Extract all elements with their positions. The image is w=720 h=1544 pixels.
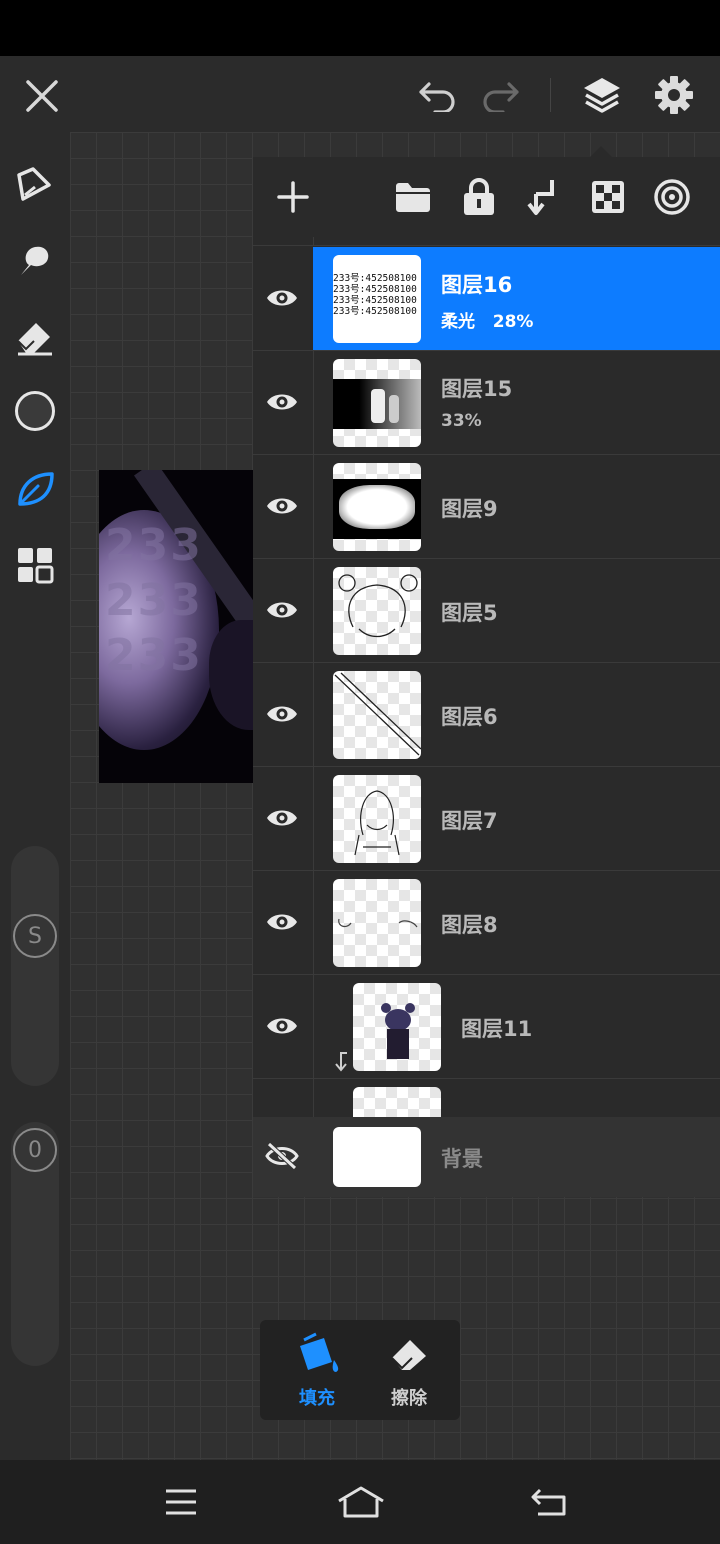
layer-thumbnail	[333, 463, 421, 551]
back-icon[interactable]	[524, 1482, 574, 1522]
layer-row-body[interactable]: 图层15 33%	[313, 351, 720, 454]
status-bar	[0, 0, 720, 56]
layer-row-body[interactable]: 图层6	[313, 663, 720, 766]
layer-row-body[interactable]: 图层9	[313, 455, 720, 558]
eraser-icon[interactable]	[12, 314, 58, 360]
add-icon[interactable]	[271, 175, 315, 219]
layer-panel: 233号:452508100 233号:452508100 233号:45250…	[253, 157, 720, 1197]
layer-row-body[interactable]: 图层8	[313, 871, 720, 974]
fill-label: 填充	[299, 1388, 335, 1409]
layer-row[interactable]: 图层5	[253, 559, 720, 663]
home-icon[interactable]	[334, 1482, 388, 1522]
transparency-icon[interactable]	[586, 175, 630, 219]
layer-thumbnail	[333, 775, 421, 863]
layer-row[interactable]: 图层15 33%	[253, 351, 720, 455]
grid-icon[interactable]	[12, 542, 58, 588]
merge-down-icon[interactable]	[521, 175, 565, 219]
size-slider[interactable]: S	[11, 846, 59, 1086]
layer-name: 图层5	[441, 601, 498, 625]
fill-erase-bar: 填充 擦除	[260, 1320, 460, 1420]
layer-name: 图层16	[441, 273, 513, 297]
layer-name: 图层11	[461, 1017, 533, 1041]
pen-icon[interactable]	[12, 162, 58, 208]
background-layer-name: 背景	[441, 1147, 483, 1171]
left-toolbar: S 0	[0, 132, 70, 1460]
visibility-eye-icon[interactable]	[265, 803, 299, 833]
layer-blend-opacity: 柔光 28%	[441, 312, 534, 332]
hidden-eye-icon[interactable]	[265, 1141, 299, 1171]
blend-icon[interactable]	[650, 175, 694, 219]
panel-pointer	[590, 146, 612, 157]
artwork-preview: 233 233 233	[99, 470, 259, 783]
opacity-slider[interactable]: 0	[11, 1122, 59, 1366]
gear-icon[interactable]	[650, 72, 698, 118]
layer-row-body[interactable]: 图层11	[313, 975, 720, 1078]
layer-row[interactable]: 图层11	[253, 975, 720, 1079]
layer-name: 图层9	[441, 497, 498, 521]
layer-thumbnail	[353, 983, 441, 1071]
layer-thumbnail: 233号:452508100 233号:452508100 233号:45250…	[333, 255, 421, 343]
system-nav-bar	[0, 1460, 720, 1544]
redo-icon[interactable]	[478, 76, 524, 116]
layer-thumbnail	[333, 879, 421, 967]
top-toolbar	[0, 56, 720, 132]
background-thumbnail	[333, 1127, 421, 1187]
erase-button[interactable]: 擦除	[364, 1330, 454, 1410]
layer-panel-actions	[253, 157, 720, 237]
close-icon[interactable]	[20, 76, 64, 116]
layer-opacity: 33%	[441, 411, 482, 431]
toolbar-separator	[550, 78, 551, 112]
layer-row[interactable]: 图层8	[253, 871, 720, 975]
visibility-eye-icon[interactable]	[265, 907, 299, 937]
visibility-eye-icon[interactable]	[265, 1011, 299, 1041]
color-swatch[interactable]	[12, 388, 58, 434]
layer-name: 图层15	[441, 377, 513, 401]
layer-name: 图层7	[441, 809, 498, 833]
opacity-slider-knob[interactable]: 0	[13, 1128, 57, 1172]
size-slider-knob[interactable]: S	[13, 914, 57, 958]
visibility-eye-icon[interactable]	[265, 491, 299, 521]
smudge-icon[interactable]	[12, 238, 58, 284]
layer-row[interactable]: 图层9	[253, 455, 720, 559]
layer-thumbnail	[333, 567, 421, 655]
eraser-icon	[388, 1334, 432, 1378]
layer-row-body[interactable]: 图层5	[313, 559, 720, 662]
fill-button[interactable]: 填充	[272, 1330, 362, 1410]
layer-row-body[interactable]: 233号:452508100 233号:452508100 233号:45250…	[313, 247, 720, 350]
layer-row[interactable]: 233号:452508100 233号:452508100 233号:45250…	[253, 247, 720, 351]
undo-icon[interactable]	[414, 76, 460, 116]
layer-thumbnail	[333, 671, 421, 759]
layer-row-body[interactable]: 图层7	[313, 767, 720, 870]
visibility-eye-icon[interactable]	[265, 283, 299, 313]
folder-icon[interactable]	[391, 175, 435, 219]
layer-thumbnail	[333, 359, 421, 447]
layers-icon[interactable]	[578, 72, 626, 118]
layer-row-partial	[253, 1079, 720, 1117]
erase-label: 擦除	[391, 1388, 427, 1409]
layer-name: 图层8	[441, 913, 498, 937]
layer-row-partial	[253, 237, 720, 246]
menu-icon[interactable]	[156, 1482, 206, 1522]
layer-row[interactable]: 图层6	[253, 663, 720, 767]
visibility-eye-icon[interactable]	[265, 699, 299, 729]
background-layer-row[interactable]: 背景	[253, 1117, 720, 1197]
layer-list[interactable]: 233号:452508100 233号:452508100 233号:45250…	[253, 237, 720, 1117]
layer-row[interactable]: 图层7	[253, 767, 720, 871]
layer-name: 图层6	[441, 705, 498, 729]
visibility-eye-icon[interactable]	[265, 595, 299, 625]
paint-bucket-icon	[294, 1332, 342, 1382]
clip-arrow-icon	[333, 1051, 349, 1077]
visibility-eye-icon[interactable]	[265, 387, 299, 417]
lock-icon[interactable]	[457, 175, 501, 219]
leaf-brush-icon[interactable]	[12, 466, 58, 512]
